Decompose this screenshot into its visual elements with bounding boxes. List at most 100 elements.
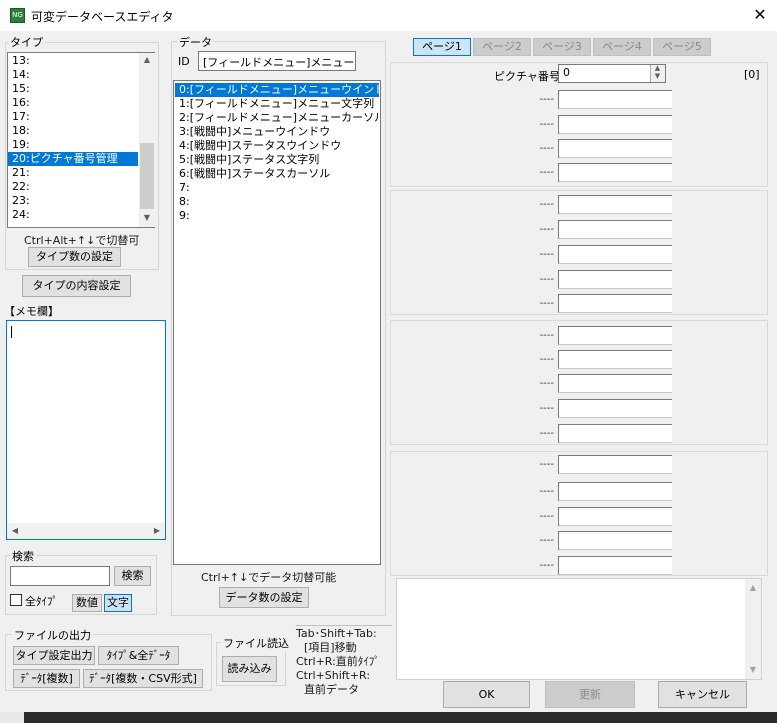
data-hint: Ctrl+↑↓でデータ切替可能 [201, 571, 337, 584]
description-scrollbar[interactable]: ▲ ▼ [745, 579, 761, 679]
field-value-input[interactable] [558, 90, 672, 109]
numeric-toggle-button[interactable]: 数値 [72, 594, 102, 612]
field-value-input[interactable] [558, 556, 672, 575]
field-value-input[interactable] [558, 115, 672, 134]
read-file-button[interactable]: 読み込み [222, 656, 277, 682]
field-label: ---- [539, 224, 554, 235]
desc-scroll-up-icon[interactable]: ▲ [745, 583, 761, 592]
desc-scroll-down-icon[interactable]: ▼ [745, 665, 761, 674]
close-icon[interactable]: ✕ [748, 4, 772, 26]
type-setting-output-button[interactable]: タイプ設定出力 [13, 646, 95, 665]
type-group-legend: タイプ [8, 34, 45, 50]
field-value-input[interactable] [558, 139, 672, 158]
text-toggle-button[interactable]: 文字 [104, 594, 132, 612]
data-list-item[interactable]: 2:[フィールドメニュー]メニューカーソル [175, 111, 379, 125]
tab-page-5[interactable]: ページ5 [653, 38, 711, 56]
field-value-input[interactable] [558, 507, 672, 526]
data-count-button[interactable]: データ数の設定 [219, 587, 309, 608]
field-label: ---- [539, 298, 554, 309]
type-list-item[interactable]: 16: [8, 96, 138, 110]
type-count-button[interactable]: タイプ数の設定 [28, 247, 121, 267]
field-value-input[interactable] [558, 399, 672, 418]
tab-page-1[interactable]: ページ1 [413, 38, 471, 56]
type-all-data-button[interactable]: ﾀｲﾌﾟ&全ﾃﾞｰﾀ [98, 646, 179, 665]
data-list-item[interactable]: 0:[フィールドメニュー]メニューウインドウ [175, 83, 379, 97]
type-list-item[interactable]: 15: [8, 82, 138, 96]
page-tabs: ページ1 ページ2 ページ3 ページ4 ページ5 [413, 38, 723, 58]
field-value-input[interactable] [558, 374, 672, 393]
field-value-input[interactable] [558, 270, 672, 289]
type-content-button[interactable]: タイプの内容設定 [22, 275, 131, 297]
tab-page-2[interactable]: ページ2 [473, 38, 531, 56]
field-value-input[interactable] [558, 482, 672, 501]
type-list-scrollbar[interactable]: ▲ ▼ [139, 53, 155, 227]
field-label: ---- [539, 274, 554, 285]
search-button[interactable]: 検索 [114, 566, 151, 586]
type-list[interactable]: 13: 14: 15: 16: 17: 18: 19: 20:ピクチャ番号管理 21: 22: 23… [7, 52, 155, 228]
field-label: ---- [539, 459, 554, 470]
field-value-input[interactable] [558, 424, 672, 443]
field-value-input[interactable] [558, 294, 672, 313]
scroll-right-icon[interactable]: ▶ [149, 526, 165, 535]
update-button[interactable]: 更新 [545, 681, 635, 708]
field-value-input[interactable] [558, 220, 672, 239]
memo-textarea[interactable]: ◀ ▶ [6, 320, 166, 540]
ok-button[interactable]: OK [443, 681, 530, 708]
data-list[interactable]: 0:[フィールドメニュー]メニューウインドウ 1:[フィールドメニュー]メニュー文… [173, 80, 381, 565]
scroll-up-icon[interactable]: ▲ [139, 55, 155, 64]
scroll-left-icon[interactable]: ◀ [7, 526, 23, 535]
field-value-input[interactable] [558, 350, 672, 369]
data-list-item[interactable]: 9: [175, 209, 379, 223]
picture-number-spinner[interactable]: ▲ ▼ [650, 64, 665, 82]
picture-number-label: ピクチャ番号 [494, 70, 560, 83]
search-legend: 検索 [10, 548, 36, 564]
field-value-input[interactable] [558, 455, 672, 474]
field-value-input[interactable] [558, 195, 672, 214]
search-input[interactable] [10, 566, 110, 586]
type-list-item[interactable]: 23: [8, 194, 138, 208]
type-list-item[interactable]: 19: [8, 138, 138, 152]
field-value-input[interactable] [558, 326, 672, 345]
type-list-item[interactable]: 13: [8, 54, 138, 68]
field-label: ---- [539, 249, 554, 260]
tab-page-4[interactable]: ページ4 [593, 38, 651, 56]
scroll-down-icon[interactable]: ▼ [139, 213, 155, 222]
field-label: ---- [539, 560, 554, 571]
field-value-input[interactable] [558, 163, 672, 182]
type-hint: Ctrl+Alt+↑↓で切替可 [24, 234, 140, 247]
memo-hscrollbar[interactable]: ◀ ▶ [7, 523, 165, 539]
data-list-item[interactable]: 1:[フィールドメニュー]メニュー文字列 [175, 97, 379, 111]
type-list-item[interactable]: 20:ピクチャ番号管理 [8, 152, 138, 166]
type-list-item[interactable]: 22: [8, 180, 138, 194]
type-list-item[interactable]: 21: [8, 166, 138, 180]
description-textarea[interactable]: ▲ ▼ [396, 578, 762, 680]
id-input[interactable]: [フィールドメニュー]メニューウインドウ [198, 51, 356, 71]
memo-label: 【メモ欄】 [4, 305, 59, 318]
type-list-item[interactable]: 14: [8, 68, 138, 82]
field-value-input[interactable] [558, 531, 672, 550]
data-list-item[interactable]: 3:[戦闘中]メニューウインドウ [175, 125, 379, 139]
data-multiple-button[interactable]: ﾃﾞｰﾀ[複数] [13, 669, 80, 688]
type-list-item[interactable]: 24: [8, 208, 138, 222]
window-title: 可変データベースエディタ [31, 10, 174, 24]
data-list-item[interactable]: 5:[戦闘中]ステータス文字列 [175, 153, 379, 167]
data-csv-button[interactable]: ﾃﾞｰﾀ[複数・CSV形式] [83, 669, 203, 688]
data-list-item[interactable]: 6:[戦闘中]ステータスカーソル [175, 167, 379, 181]
type-list-item[interactable]: 17: [8, 110, 138, 124]
spin-down-icon[interactable]: ▼ [650, 72, 665, 80]
shortcut-line-4: Ctrl+Shift+R: [296, 669, 371, 682]
file-read-legend: ファイル読込 [221, 635, 291, 651]
scroll-thumb[interactable] [140, 143, 154, 209]
field-value-input[interactable] [558, 245, 672, 264]
data-list-item[interactable]: 8: [175, 195, 379, 209]
shortcut-line-5: 直前データ [304, 683, 359, 696]
field-label: ---- [539, 403, 554, 414]
all-types-checkbox[interactable] [10, 594, 22, 606]
cancel-button[interactable]: キャンセル [658, 681, 747, 708]
data-list-item[interactable]: 7: [175, 181, 379, 195]
data-list-item[interactable]: 4:[戦闘中]ステータスウインドウ [175, 139, 379, 153]
tab-page-3[interactable]: ページ3 [533, 38, 591, 56]
type-list-item[interactable]: 18: [8, 124, 138, 138]
spin-up-icon[interactable]: ▲ [650, 64, 665, 72]
field-label: ---- [539, 94, 554, 105]
